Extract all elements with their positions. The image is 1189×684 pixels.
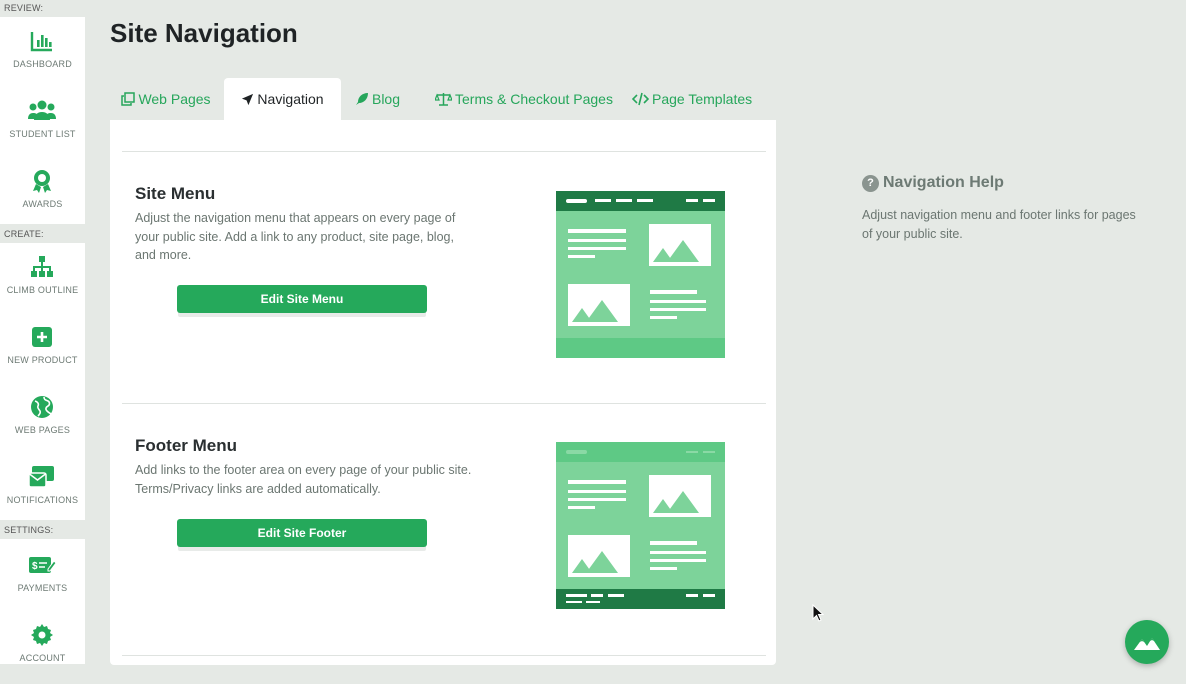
svg-text:$: $ — [32, 561, 38, 572]
sidebar-group-create: CLIMB OUTLINE NEW PRODUCT WEB PAGES NOTI… — [0, 243, 85, 520]
edit-site-menu-button[interactable]: Edit Site Menu — [177, 285, 427, 313]
divider — [122, 403, 766, 404]
divider — [122, 655, 766, 656]
code-icon — [631, 92, 650, 106]
copy-icon — [121, 92, 136, 106]
sidebar-item-label: WEB PAGES — [14, 425, 71, 435]
sidebar-item-dashboard[interactable]: DASHBOARD — [0, 17, 85, 81]
sidebar-item-web-pages[interactable]: WEB PAGES — [0, 383, 85, 447]
globe-icon — [31, 396, 53, 418]
help-text: Adjust navigation menu and footer links … — [862, 208, 1136, 241]
support-fab-button[interactable] — [1125, 620, 1169, 664]
tab-blog[interactable]: Blog — [350, 78, 405, 120]
sidebar-item-label: PAYMENTS — [17, 583, 68, 593]
help-panel: ? Navigation Help Adjust navigation menu … — [862, 174, 1142, 243]
help-title: ? Navigation Help — [862, 174, 1142, 192]
site-menu-title: Site Menu — [135, 184, 216, 203]
tab-terms-checkout[interactable]: Terms & Checkout Pages — [434, 78, 613, 120]
sidebar-item-label: NEW PRODUCT — [7, 355, 78, 365]
sidebar-item-awards[interactable]: AWARDS — [0, 157, 85, 221]
sidebar-group-review: DASHBOARD STUDENT LIST AWARDS — [0, 17, 85, 224]
divider — [122, 151, 766, 152]
feather-icon — [355, 93, 368, 105]
site-menu-description: Adjust the navigation menu that appears … — [135, 211, 456, 262]
tab-navigation[interactable]: Navigation — [224, 78, 341, 120]
balance-scale-icon — [434, 93, 453, 106]
sidebar-item-label: CLIMB OUTLINE — [6, 285, 79, 295]
section-label-settings: SETTINGS: — [0, 523, 85, 537]
section-label-review: REVIEW: — [0, 1, 85, 15]
sidebar-item-account[interactable]: ACCOUNT — [0, 611, 85, 675]
edit-site-footer-button[interactable]: Edit Site Footer — [177, 519, 427, 547]
section-label-create: CREATE: — [0, 227, 85, 241]
sitemap-icon — [31, 256, 53, 277]
sidebar-item-notifications[interactable]: NOTIFICATIONS — [0, 453, 85, 517]
users-icon — [28, 100, 56, 120]
sidebar-item-climb-outline[interactable]: CLIMB OUTLINE — [0, 243, 85, 307]
location-arrow-icon — [242, 93, 254, 106]
footer-menu-description: Add links to the footer area on every pa… — [135, 463, 472, 496]
sidebar-item-label: ACCOUNT — [19, 653, 66, 663]
mouse-cursor-icon — [812, 604, 824, 622]
navigation-panel: Site Menu Adjust the navigation menu tha… — [110, 120, 776, 665]
sidebar-group-settings: $ PAYMENTS ACCOUNT — [0, 539, 85, 664]
footer-menu-illustration — [556, 442, 725, 609]
tab-web-pages[interactable]: Web Pages — [110, 78, 222, 120]
award-ribbon-icon — [33, 170, 51, 193]
help-title-text: Navigation Help — [883, 174, 1004, 191]
mountain-logo-icon — [1134, 638, 1160, 650]
tab-label: Terms & Checkout Pages — [455, 91, 613, 107]
tab-label: Navigation — [257, 91, 324, 107]
sidebar: REVIEW: DASHBOARD STUDENT LIST AWARDS CR… — [0, 0, 85, 684]
page-title: Site Navigation — [110, 18, 298, 48]
sidebar-item-new-product[interactable]: NEW PRODUCT — [0, 313, 85, 377]
plus-square-icon — [32, 327, 52, 347]
tab-label: Web Pages — [138, 91, 211, 107]
sidebar-item-label: DASHBOARD — [13, 59, 72, 69]
sidebar-item-label: STUDENT LIST — [9, 129, 76, 139]
tab-label: Page Templates — [652, 91, 753, 107]
gear-icon — [31, 624, 53, 646]
sidebar-item-label: NOTIFICATIONS — [6, 495, 79, 505]
tab-page-templates[interactable]: Page Templates — [631, 78, 752, 120]
site-menu-illustration — [556, 191, 725, 358]
sidebar-item-payments[interactable]: $ PAYMENTS — [0, 541, 85, 605]
envelope-icon — [28, 466, 54, 488]
bar-chart-icon — [30, 32, 52, 52]
footer-menu-title: Footer Menu — [135, 436, 237, 455]
sidebar-item-label: AWARDS — [22, 199, 63, 209]
question-circle-icon: ? — [862, 175, 879, 192]
money-check-icon: $ — [29, 557, 56, 573]
sidebar-item-student-list[interactable]: STUDENT LIST — [0, 87, 85, 151]
tab-label: Blog — [371, 91, 401, 107]
